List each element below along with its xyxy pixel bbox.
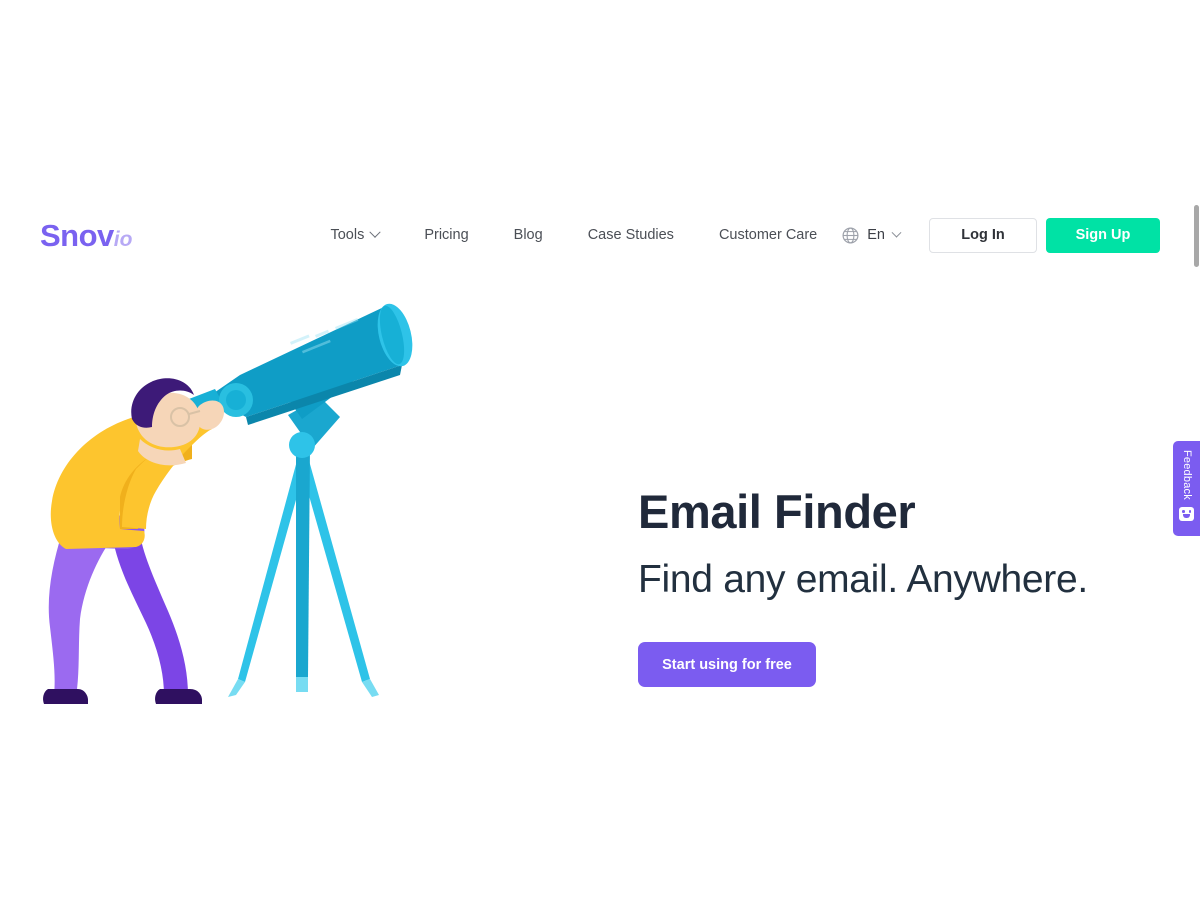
globe-icon — [842, 226, 859, 244]
page-top-whitespace — [0, 0, 1200, 195]
nav-item-pricing[interactable]: Pricing — [424, 227, 468, 243]
scrollbar-thumb[interactable] — [1194, 205, 1199, 267]
feedback-label: Feedback — [1181, 450, 1193, 500]
hero-subtitle: Find any email. Anywhere. — [638, 558, 1088, 602]
nav-item-label: Tools — [330, 227, 365, 243]
chevron-down-icon — [891, 227, 902, 238]
nav-item-label: Pricing — [424, 227, 469, 243]
shoe-back — [43, 689, 88, 704]
main-navigation: Tools Pricing Blog Case Studies Customer… — [330, 226, 817, 243]
nav-item-blog[interactable]: Blog — [514, 227, 543, 243]
login-button[interactable]: Log In — [929, 217, 1037, 253]
site-header: Snovio Tools Pricing Blog Case Studies C… — [0, 195, 1200, 275]
brand-logo-main: Snov — [40, 217, 114, 253]
smiley-mouth — [1183, 514, 1190, 518]
man-with-telescope-illustration — [40, 297, 600, 717]
brand-logo[interactable]: Snovio — [40, 220, 132, 251]
vertical-scrollbar[interactable] — [1193, 0, 1200, 900]
smiley-face-icon — [1179, 506, 1194, 521]
header-actions: En Log In Sign Up — [842, 217, 1160, 253]
nav-item-label: Case Studies — [587, 227, 674, 243]
language-switcher[interactable]: En — [842, 226, 902, 244]
chevron-down-icon — [369, 226, 381, 238]
signup-button[interactable]: Sign Up — [1046, 217, 1160, 253]
brand-logo-suffix: io — [113, 227, 133, 251]
hero-copy: Email Finder Find any email. Anywhere. S… — [638, 297, 1088, 688]
nav-item-case-studies[interactable]: Case Studies — [588, 227, 674, 243]
shoe-front — [155, 689, 202, 704]
nav-item-tools[interactable]: Tools — [330, 226, 381, 243]
start-using-for-free-button[interactable]: Start using for free — [638, 642, 816, 688]
nav-item-label: Blog — [513, 227, 543, 243]
illustration-svg — [43, 303, 413, 704]
page-title: Email Finder — [638, 485, 916, 538]
nav-item-customer-care[interactable]: Customer Care — [719, 227, 817, 243]
language-value: En — [867, 227, 885, 243]
page-root: Snovio Tools Pricing Blog Case Studies C… — [0, 0, 1200, 900]
hero-section: Email Finder Find any email. Anywhere. S… — [0, 275, 1200, 717]
nav-item-label: Customer Care — [718, 227, 818, 243]
tripod-legs — [228, 447, 379, 697]
